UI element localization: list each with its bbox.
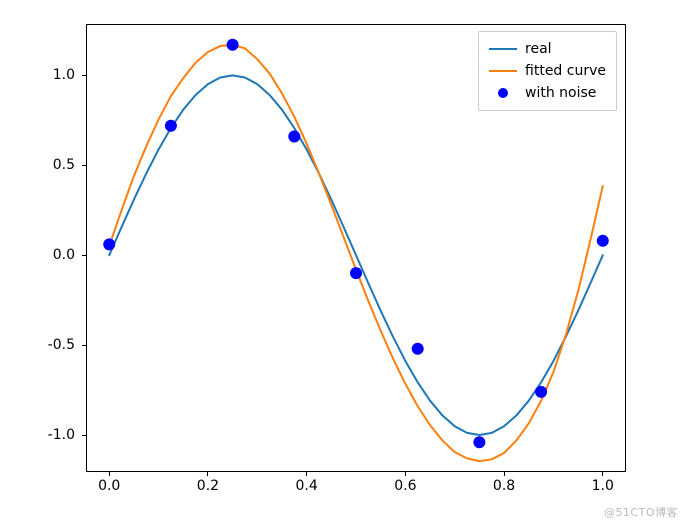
y-tick-label: 0.5: [53, 157, 75, 173]
y-tick-label: 0.0: [53, 247, 75, 263]
scatter-point: [412, 343, 424, 355]
legend-entry-real: real: [489, 38, 606, 60]
scatter-point: [535, 386, 547, 398]
scatter-point: [227, 39, 239, 51]
y-tick: [82, 345, 87, 346]
legend-entry-fitted: fitted curve: [489, 60, 606, 82]
legend-swatch-line: [489, 48, 517, 50]
axes: real fitted curve with noise 0.00.20.40.…: [86, 24, 626, 472]
legend-swatch-line: [489, 70, 517, 72]
x-tick: [504, 471, 505, 476]
scatter-point: [597, 235, 609, 247]
x-tick-label: 0.0: [98, 478, 120, 494]
x-tick: [306, 471, 307, 476]
y-tick-label: -1.0: [48, 427, 75, 443]
x-tick-label: 1.0: [592, 478, 614, 494]
legend-entry-noise: with noise: [489, 82, 606, 104]
figure: real fitted curve with noise 0.0 0.2 0.4 0.…: [0, 0, 684, 522]
scatter-point: [473, 436, 485, 448]
y-tick: [82, 435, 87, 436]
y-tick-label: -0.5: [48, 337, 75, 353]
legend-label: with noise: [525, 85, 596, 101]
legend-label: fitted curve: [525, 63, 606, 79]
x-tick: [109, 471, 110, 476]
y-tick: [82, 75, 87, 76]
scatter-point: [103, 238, 115, 250]
scatter-point: [165, 120, 177, 132]
watermark: @51CTO博客: [604, 504, 678, 520]
x-tick-label: 0.4: [296, 478, 318, 494]
scatter-point: [288, 131, 300, 143]
legend: real fitted curve with noise: [478, 31, 617, 111]
x-tick-label: 0.2: [197, 478, 219, 494]
x-tick: [405, 471, 406, 476]
y-tick: [82, 165, 87, 166]
x-tick: [207, 471, 208, 476]
y-tick: [82, 255, 87, 256]
x-tick: [602, 471, 603, 476]
x-tick-label: 0.6: [394, 478, 416, 494]
series-real: [109, 75, 603, 435]
x-tick-label: 0.8: [493, 478, 515, 494]
scatter-point: [350, 267, 362, 279]
legend-swatch-marker: [489, 88, 517, 98]
y-tick-label: 1.0: [53, 67, 75, 83]
legend-label: real: [525, 41, 552, 57]
